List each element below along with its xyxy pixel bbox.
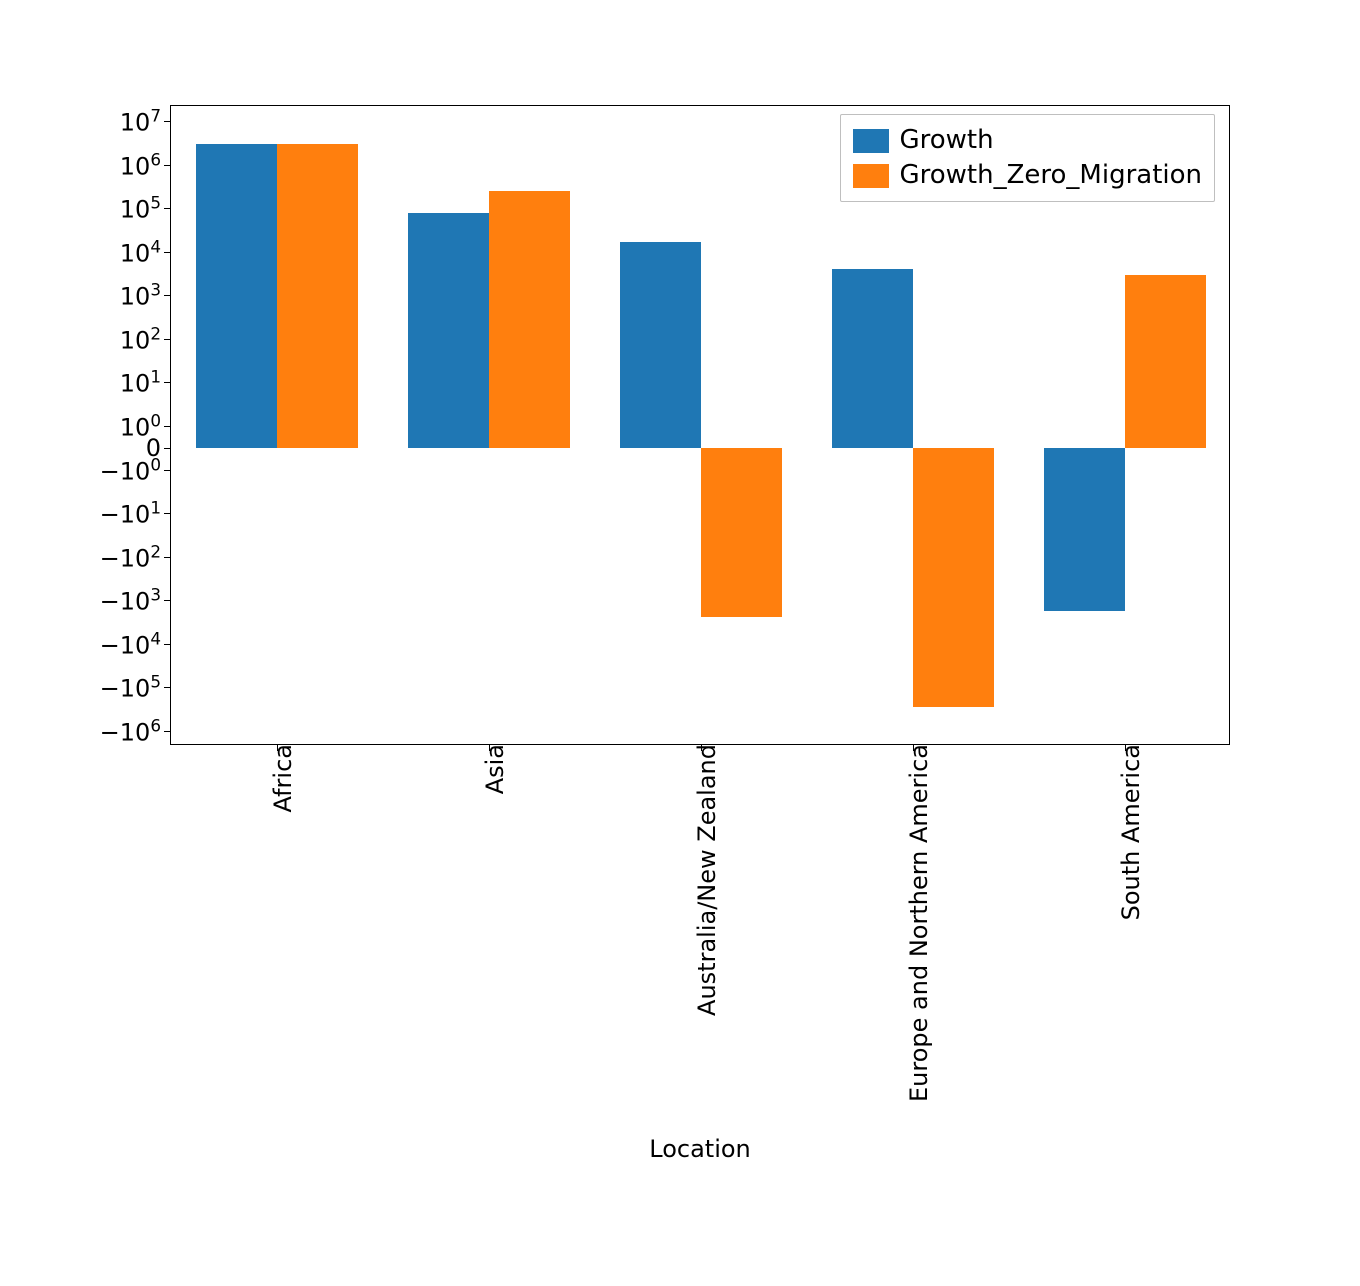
x-axis-label: Location (649, 1135, 751, 1163)
bar-growth-3 (832, 269, 913, 448)
bar-growth-4 (1044, 448, 1125, 611)
x-tick-label: Australia/New Zealand (681, 744, 721, 1016)
y-tick-label: −104 (100, 628, 171, 659)
legend-label-zero-migration: Growth_Zero_Migration (899, 158, 1202, 193)
y-tick-label: 101 (120, 367, 171, 398)
y-tick-label: 105 (120, 193, 171, 224)
legend: Growth Growth_Zero_Migration (840, 114, 1215, 202)
legend-swatch-growth (853, 129, 889, 153)
y-tick-label: 106 (120, 149, 171, 180)
plot-area: Growth Growth_Zero_Migration 10010110210… (170, 105, 1230, 745)
chart-canvas: Growth Growth_Zero_Migration 10010110210… (0, 0, 1360, 1286)
y-tick-label: 103 (120, 280, 171, 311)
x-tick-label: South America (1105, 744, 1145, 920)
bar-zeromig-4 (1125, 275, 1206, 448)
bar-zeromig-3 (913, 448, 994, 707)
x-tick-label: Africa (257, 744, 297, 812)
bar-zeromig-0 (277, 144, 358, 448)
bar-growth-2 (620, 242, 701, 448)
bar-zeromig-1 (489, 191, 570, 448)
legend-swatch-zero-migration (853, 164, 889, 188)
x-tick-label: Asia (469, 744, 509, 794)
y-tick-label: −102 (100, 541, 171, 572)
legend-label-growth: Growth (899, 123, 993, 158)
y-tick-label: 107 (120, 106, 171, 137)
y-tick-label: −100 (100, 454, 171, 485)
y-tick-label: −101 (100, 498, 171, 529)
legend-item-zero-migration: Growth_Zero_Migration (853, 158, 1202, 193)
y-tick-label: 104 (120, 236, 171, 267)
y-tick-label: −106 (100, 715, 171, 746)
bar-growth-0 (196, 144, 277, 448)
bar-zeromig-2 (701, 448, 782, 618)
y-tick-label: −105 (100, 672, 171, 703)
x-tick-label: Europe and Northern America (893, 744, 933, 1102)
y-tick-label: −103 (100, 585, 171, 616)
legend-item-growth: Growth (853, 123, 1202, 158)
y-tick-label: 102 (120, 323, 171, 354)
bar-growth-1 (408, 213, 489, 448)
